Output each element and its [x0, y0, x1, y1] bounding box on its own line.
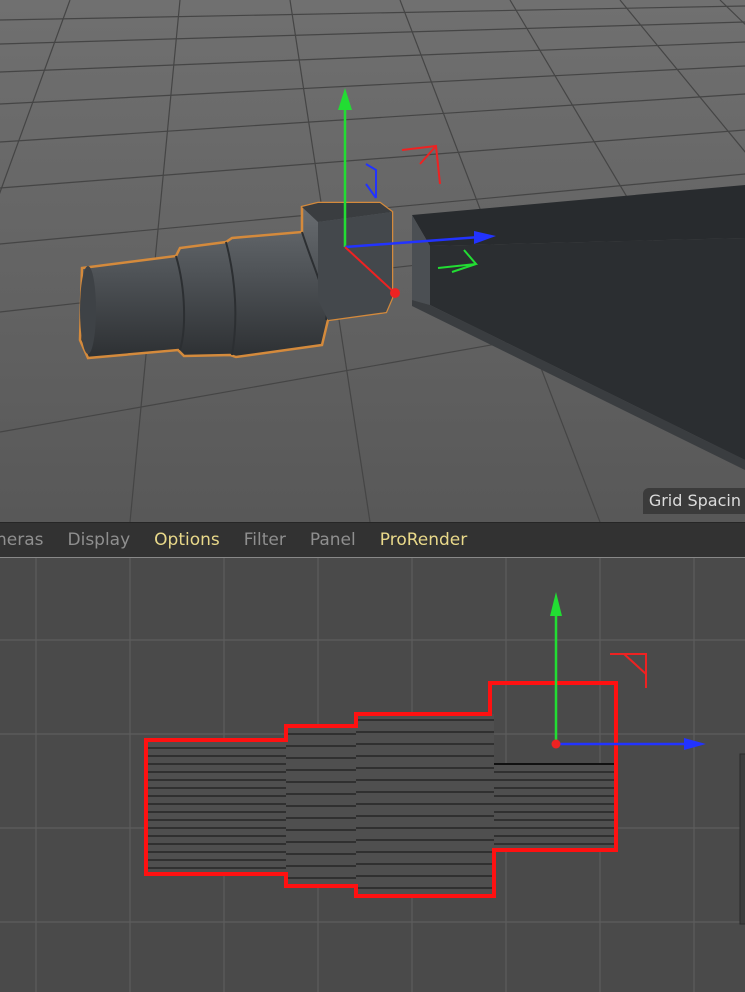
menu-prorender[interactable]: ProRender	[380, 530, 468, 550]
perspective-scene[interactable]	[0, 0, 745, 522]
viewport-menubar: neras Display Options Filter Panel ProRe…	[0, 522, 745, 558]
ortho-scene[interactable]	[0, 558, 745, 992]
z-axis-handle-icon[interactable]	[551, 739, 561, 749]
menu-panel[interactable]: Panel	[310, 530, 356, 550]
ortho-move-gizmo[interactable]	[550, 592, 706, 750]
x-axis-arrow-icon[interactable]	[684, 738, 706, 750]
y-axis-arrow-icon[interactable]	[550, 592, 562, 616]
box-edge	[739, 753, 745, 925]
menu-display[interactable]: Display	[68, 530, 131, 550]
wireframe-object[interactable]	[144, 681, 618, 898]
perspective-viewport[interactable]: Grid Spacin	[0, 0, 745, 522]
grid-spacing-label: Grid Spacin	[642, 488, 745, 514]
menu-cameras[interactable]: neras	[0, 530, 44, 550]
menu-options[interactable]: Options	[154, 530, 220, 550]
z-axis-handle-icon[interactable]	[390, 288, 400, 298]
menu-filter[interactable]: Filter	[244, 530, 286, 550]
orthographic-viewport[interactable]	[0, 558, 745, 992]
